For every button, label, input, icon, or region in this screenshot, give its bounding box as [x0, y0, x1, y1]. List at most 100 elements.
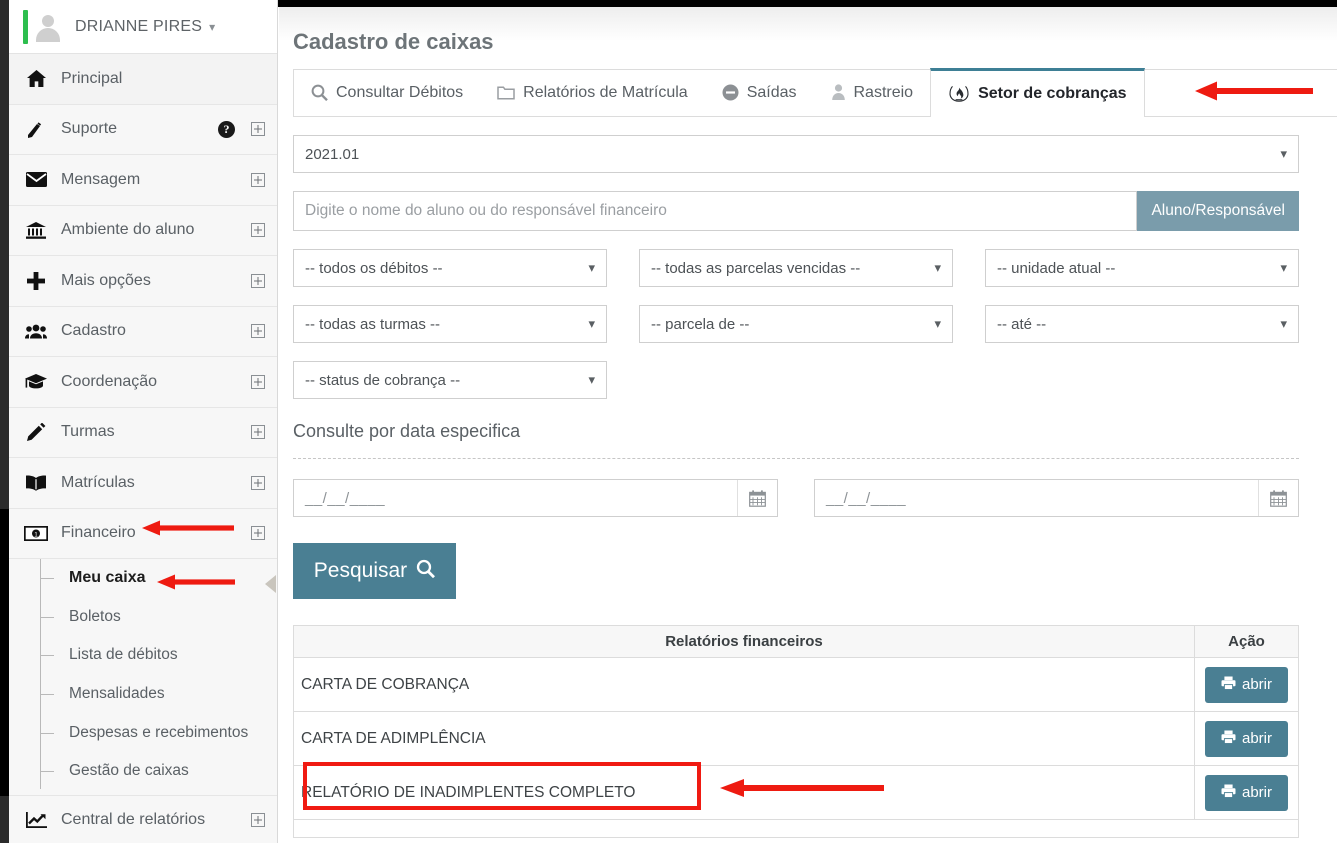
filter-turmas-select[interactable]: -- todas as turmas -- ▾ [293, 305, 607, 343]
tab-setor-de-cobrancas[interactable]: Setor de cobranças [930, 68, 1145, 117]
expand-icon[interactable] [251, 324, 265, 339]
chevron-down-icon: ▾ [934, 260, 941, 275]
abrir-button[interactable]: abrir [1204, 666, 1288, 703]
minus-circle-icon [722, 84, 739, 101]
sidebar-item-financeiro[interactable]: 1 Financeiro [9, 508, 277, 559]
period-select[interactable]: 2021.01 ▾ [293, 135, 1299, 173]
filter-parcelas-vencidas-select[interactable]: -- todas as parcelas vencidas -- ▾ [639, 249, 953, 287]
expand-icon[interactable] [251, 374, 265, 389]
sidebar-item-mensagem[interactable]: Mensagem [9, 155, 277, 206]
sidebar-collapse-handle[interactable] [265, 575, 276, 593]
table-row[interactable]: CARTA DE COBRANÇA abrir [293, 657, 1299, 712]
report-name: RELATÓRIO DE INADIMPLENTES COMPLETO [293, 765, 1195, 820]
sidebar-item-label: Principal [61, 69, 123, 87]
filter-value: -- todas as parcelas vencidas -- [651, 259, 861, 277]
table-row[interactable]: CARTA DE ADIMPLÊNCIA abrir [293, 711, 1299, 766]
expand-icon[interactable] [251, 172, 265, 187]
sidebar-item-coordenacao[interactable]: Coordenação [9, 357, 277, 408]
abrir-button[interactable]: abrir [1204, 774, 1288, 811]
sidebar-item-turmas[interactable]: Turmas [9, 407, 277, 458]
chevron-down-icon[interactable]: ▾ [209, 20, 215, 34]
expand-icon[interactable] [251, 122, 265, 137]
sidebar-item-cadastro[interactable]: Cadastro [9, 306, 277, 357]
folder-icon [497, 85, 515, 100]
filter-value: -- todos os débitos -- [305, 259, 443, 277]
sidebar-item-despesas-e-recebimentos[interactable]: Despesas e recebimentos [9, 713, 277, 752]
expand-icon[interactable] [251, 813, 265, 828]
sidebar-item-matriculas[interactable]: Matrículas [9, 458, 277, 509]
sidebar-item-ambiente-do-aluno[interactable]: Ambiente do aluno [9, 205, 277, 256]
sidebar-item-label: Ambiente do aluno [61, 221, 195, 239]
filter-debitos-select[interactable]: -- todos os débitos -- ▾ [293, 249, 607, 287]
sidebar-item-label: Central de relatórios [61, 811, 206, 829]
calendar-icon[interactable] [737, 480, 777, 516]
name-search-input[interactable]: Digite o nome do aluno ou do responsável… [293, 191, 1138, 231]
pesquisar-label: Pesquisar [313, 559, 408, 582]
sidebar-item-gestao-de-caixas[interactable]: Gestão de caixas [9, 752, 277, 791]
table-header-row: Relatórios financeiros Ação [293, 625, 1299, 658]
expand-icon[interactable] [251, 425, 265, 440]
search-icon [311, 84, 328, 101]
sidebar-item-mais-opcoes[interactable]: Mais opções [9, 256, 277, 307]
avatar [33, 12, 63, 42]
date-from-input[interactable]: __/__/____ [293, 479, 778, 517]
aluno-responsavel-button[interactable]: Aluno/Responsável [1137, 191, 1299, 231]
book-icon [23, 475, 49, 491]
filter-value: -- status de cobrança -- [305, 371, 461, 389]
plus-icon [23, 271, 49, 290]
sidebar-item-label: Mais opções [61, 271, 151, 289]
filter-value: -- todas as turmas -- [305, 315, 441, 333]
sidebar-item-mensalidades[interactable]: Mensalidades [9, 675, 277, 714]
report-action-cell: abrir [1194, 711, 1299, 766]
report-name: CARTA DE ADIMPLÊNCIA [293, 711, 1195, 766]
sidebar-item-principal[interactable]: Principal [9, 54, 277, 105]
sidebar-item-meu-caixa[interactable]: Meu caixa [9, 559, 277, 598]
filter-parcela-de-select[interactable]: -- parcela de -- ▾ [639, 305, 953, 343]
date-range-row: __/__/____ __/__/____ [293, 479, 1315, 517]
tab-label: Rastreio [853, 83, 914, 101]
envelope-icon [23, 172, 49, 188]
filter-status-cobranca-select[interactable]: -- status de cobrança -- ▾ [293, 361, 607, 399]
printer-icon [1221, 730, 1236, 748]
user-menu[interactable]: DRIANNE PIRES ▾ [9, 0, 277, 54]
fire-icon [948, 84, 970, 104]
tab-rastreio[interactable]: Rastreio [814, 69, 931, 116]
help-icon[interactable]: ? [218, 120, 235, 138]
table-row[interactable]: RELATÓRIO DE INADIMPLENTES COMPLETO abri… [293, 765, 1299, 820]
sidebar-item-lista-de-debitos[interactable]: Lista de débitos [9, 636, 277, 675]
printer-icon [1221, 784, 1236, 802]
filter-unidade-select[interactable]: -- unidade atual -- ▾ [985, 249, 1299, 287]
abrir-label: abrir [1241, 730, 1272, 747]
ghost-icon [831, 84, 846, 101]
pesquisar-button[interactable]: Pesquisar [293, 543, 456, 599]
sidebar-item-label: Coordenação [61, 372, 158, 390]
abrir-label: abrir [1241, 676, 1272, 693]
tab-relatorios-de-matricula[interactable]: Relatórios de Matrícula [480, 69, 705, 116]
sidebar-item-central-de-relatorios[interactable]: Central de relatórios [9, 795, 277, 843]
filter-value: -- até -- [997, 315, 1047, 333]
tab-consultar-debitos[interactable]: Consultar Débitos [294, 69, 480, 116]
expand-icon[interactable] [251, 273, 265, 288]
main-content: Cadastro de caixas Consultar Débitos Rel… [279, 7, 1337, 843]
sidebar-item-label: Financeiro [61, 524, 136, 542]
abrir-label: abrir [1241, 784, 1272, 801]
sidebar-item-boletos[interactable]: Boletos [9, 598, 277, 637]
graduation-cap-icon [23, 373, 49, 390]
col-header-acao: Ação [1194, 625, 1299, 658]
tab-label: Saídas [746, 83, 797, 101]
abrir-button[interactable]: abrir [1204, 720, 1288, 757]
expand-icon[interactable] [251, 223, 265, 238]
col-header-relatorios: Relatórios financeiros [293, 625, 1195, 658]
sidebar-item-label: Turmas [61, 423, 115, 441]
calendar-icon[interactable] [1258, 480, 1298, 516]
expand-icon[interactable] [251, 526, 265, 541]
chevron-down-icon: ▾ [934, 316, 941, 331]
filter-ate-select[interactable]: -- até -- ▾ [985, 305, 1299, 343]
sidebar-item-suporte[interactable]: Suporte ? [9, 104, 277, 155]
expand-icon[interactable] [251, 475, 265, 490]
pencil-icon [23, 423, 49, 442]
tab-saidas[interactable]: Saídas [705, 69, 814, 116]
sidebar-group-financeiro: 1 Financeiro Meu caixa Boletos Lista de … [0, 508, 277, 796]
reports-table: Relatórios financeiros Ação CARTA DE COB… [293, 625, 1299, 838]
date-to-input[interactable]: __/__/____ [814, 479, 1299, 517]
